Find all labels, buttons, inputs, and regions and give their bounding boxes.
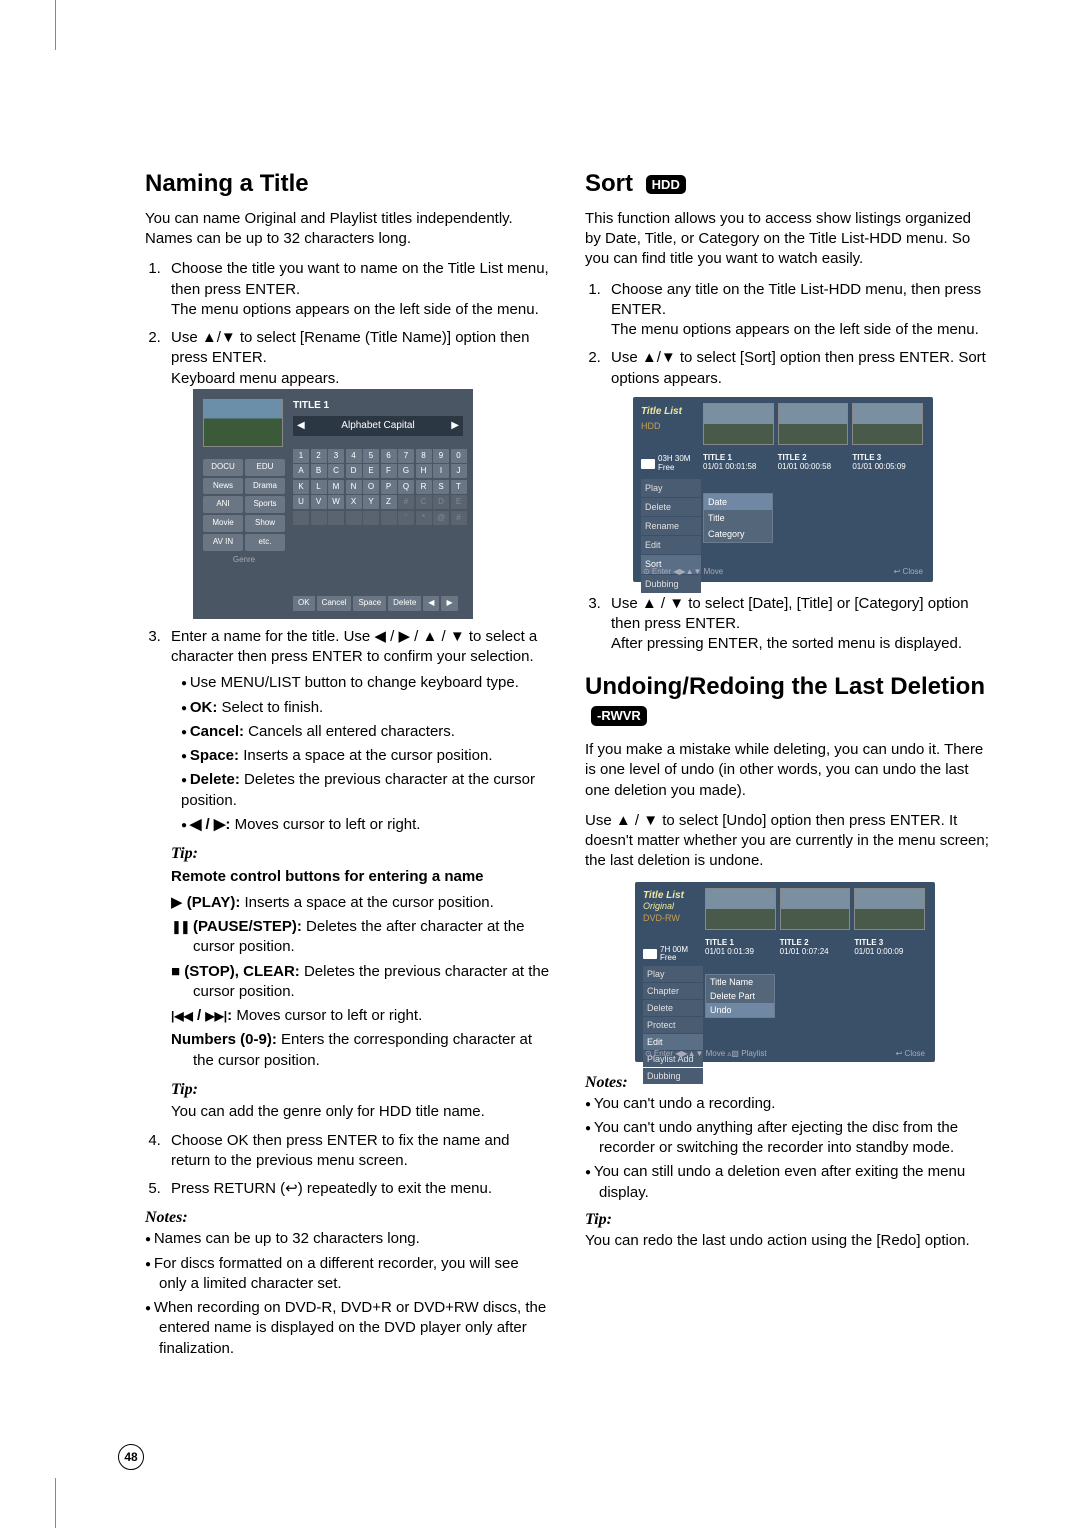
remote-play: (PLAY): Inserts a space at the cursor po… — [171, 893, 550, 913]
keyboard-screenshot: TITLE 1 ◀ Alphabet Capital ▶ DOCU EDU Ne… — [193, 389, 473, 619]
remote-stop: (STOP), CLEAR: Deletes the previous char… — [171, 962, 550, 1003]
genre-item: ANI — [203, 496, 243, 513]
remote-subheading: Remote control buttons for entering a na… — [171, 868, 484, 885]
sort-submenu: Date Title Category — [703, 493, 773, 543]
triangle-right-icon: ▶ — [451, 419, 459, 433]
next-icon — [205, 1007, 227, 1024]
kb-preview-thumb — [203, 399, 283, 447]
tip-heading-right: Tip: — [585, 1211, 990, 1229]
kb-right-btn: ▶ — [441, 596, 457, 611]
title-thumb — [854, 888, 925, 930]
naming-intro: You can name Original and Playlist title… — [145, 209, 550, 250]
sort-step-1: Choose any title on the Title List-HDD m… — [605, 280, 990, 341]
step-4: Choose OK then press ENTER to fix the na… — [165, 1131, 550, 1172]
naming-steps: Choose the title you want to name on the… — [145, 259, 550, 1199]
genre-item: Drama — [245, 478, 285, 495]
kb-ok-btn: OK — [293, 596, 315, 611]
genre-item: Show — [245, 515, 285, 532]
title-thumb — [852, 403, 923, 445]
kb-delete-btn: Delete — [388, 596, 421, 611]
kb-space-btn: Space — [353, 596, 386, 611]
genre-grid: DOCU EDU News Drama ANI Sports Movie Sho… — [203, 459, 285, 566]
sort-heading: Sort HDD — [585, 170, 990, 199]
remote-numbers: Numbers (0-9): Enters the corresponding … — [171, 1030, 550, 1071]
left-column: Naming a Title You can name Original and… — [145, 170, 550, 1363]
step-2: Use ▲/▼ to select [Rename (Title Name)] … — [165, 328, 550, 619]
disc-icon — [643, 949, 657, 959]
kb-cancel-btn: Cancel — [317, 596, 352, 611]
sort-steps: Choose any title on the Title List-HDD m… — [585, 280, 990, 655]
naming-heading: Naming a Title — [145, 170, 550, 199]
undo-heading: Undoing/Redoing the Last Deletion -RWVR — [585, 673, 990, 731]
remote-skip: / : Moves cursor to left or right. — [171, 1006, 550, 1026]
kb-mode-label: Alphabet Capital — [341, 419, 414, 433]
hdd-badge: HDD — [646, 175, 686, 195]
right-column: Sort HDD This function allows you to acc… — [585, 170, 990, 1363]
notes-list-left: Names can be up to 32 characters long. F… — [145, 1229, 550, 1359]
title-thumb — [778, 403, 849, 445]
tip-body-2: You can add the genre only for HDD title… — [171, 1102, 550, 1122]
undo-screenshot: Title List Original DVD-RW 1/3 7H 00MFre… — [635, 882, 935, 1062]
prev-icon — [171, 1007, 193, 1024]
keyboard-grid: 1234567890 ABCDEFGHIJ KLMNOPQRST UVWXYZ#… — [293, 449, 467, 525]
sort-intro: This function allows you to access show … — [585, 209, 990, 270]
play-icon — [171, 894, 183, 911]
page-number: 48 — [118, 1444, 144, 1470]
title-thumb — [703, 403, 774, 445]
sort-screenshot: Title List HDD 1/1 03H 30MFree TITLE — [633, 397, 933, 582]
step-1: Choose the title you want to name on the… — [165, 259, 550, 320]
sort-step-3: Use ▲ / ▼ to select [Date], [Title] or [… — [605, 594, 990, 655]
genre-item: AV IN — [203, 534, 243, 551]
title-thumb — [705, 888, 776, 930]
title-thumb — [780, 888, 851, 930]
kb-left-btn: ◀ — [423, 596, 439, 611]
genre-item: EDU — [245, 459, 285, 476]
genre-item: etc. — [245, 534, 285, 551]
rwvr-badge: -RWVR — [591, 706, 647, 726]
step-3: Enter a name for the title. Use ◀ / ▶ / … — [165, 627, 550, 1123]
remote-pause: (PAUSE/STEP): Deletes the after characte… — [171, 917, 550, 958]
triangle-left-icon: ◀ — [297, 419, 305, 433]
genre-item: Movie — [203, 515, 243, 532]
tip-heading-1: Tip: — [171, 843, 550, 865]
genre-item: News — [203, 478, 243, 495]
notes-heading-left: Notes: — [145, 1209, 550, 1227]
kb-title-field: TITLE 1 — [293, 399, 463, 413]
undo-menu: Play Chapter Delete Protect Edit Playlis… — [643, 966, 703, 1085]
sort-step-2: Use ▲/▼ to select [Sort] option then pre… — [605, 348, 990, 582]
undo-p1: If you make a mistake while deleting, yo… — [585, 740, 990, 801]
undo-submenu: Title Name Delete Part Undo — [705, 974, 775, 1018]
tip-heading-2: Tip: — [171, 1079, 550, 1101]
pause-icon — [171, 918, 189, 935]
hdd-icon — [641, 459, 655, 469]
stop-icon — [171, 963, 180, 980]
undo-p2: Use ▲ / ▼ to select [Undo] option then p… — [585, 811, 990, 872]
notes-list-right: You can't undo a recording. You can't un… — [585, 1094, 990, 1203]
genre-item: DOCU — [203, 459, 243, 476]
genre-item: Sports — [245, 496, 285, 513]
tip-body-right: You can redo the last undo action using … — [585, 1231, 990, 1251]
step-5: Press RETURN (↩) repeatedly to exit the … — [165, 1179, 550, 1199]
